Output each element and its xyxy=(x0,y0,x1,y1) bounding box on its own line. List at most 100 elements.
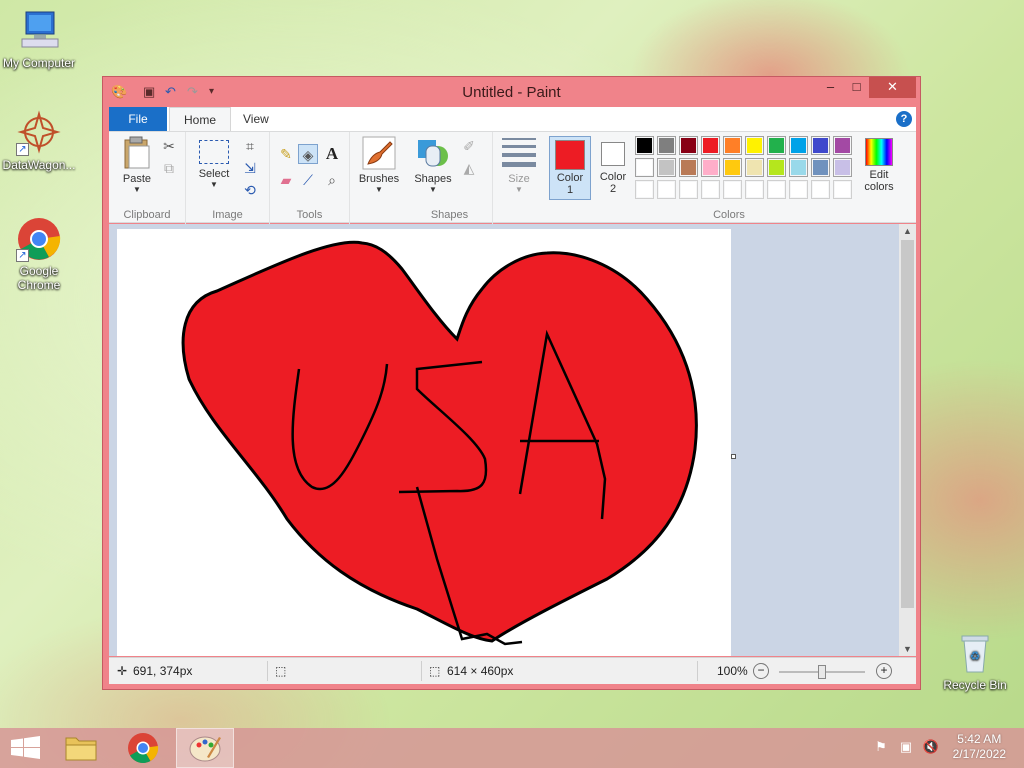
palette-swatch[interactable] xyxy=(679,158,698,177)
dropdown-arrow-icon: ▼ xyxy=(515,185,523,194)
palette-swatch[interactable] xyxy=(657,158,676,177)
palette-swatch[interactable] xyxy=(701,136,720,155)
size-button[interactable]: Size ▼ xyxy=(499,138,539,194)
ribbon: Paste ▼ ✂ ⧉ Clipboard Select ▼ ⌗ ⇲ ⟲ Ima… xyxy=(109,131,916,224)
desktop-icon-datawagon[interactable]: ↗ DataWagon... xyxy=(0,110,78,172)
color-picker-icon[interactable]: ⟋ xyxy=(298,170,318,190)
palette-swatch-color xyxy=(791,182,806,197)
scroll-up-icon[interactable]: ▲ xyxy=(899,226,916,236)
network-icon[interactable]: ▣ xyxy=(897,739,915,757)
pencil-icon[interactable]: ✎ xyxy=(276,144,296,164)
zoom-slider-thumb[interactable] xyxy=(818,665,826,679)
palette-swatch[interactable] xyxy=(767,180,786,199)
paint-icon xyxy=(189,736,221,762)
copy-icon[interactable]: ⧉ xyxy=(159,158,179,178)
palette-swatch[interactable] xyxy=(745,136,764,155)
drawing-canvas[interactable] xyxy=(117,229,731,656)
shapes-icon xyxy=(418,140,448,167)
palette-swatch[interactable] xyxy=(811,136,830,155)
desktop-icon-recycle-bin[interactable]: ♻ Recycle Bin xyxy=(936,630,1014,692)
clock[interactable]: 5:42 AM 2/17/2022 xyxy=(953,732,1006,762)
zoom-in-button[interactable]: + xyxy=(876,663,892,679)
palette-swatch[interactable] xyxy=(679,180,698,199)
palette-swatch-color xyxy=(725,182,740,197)
palette-swatch[interactable] xyxy=(833,180,852,199)
desktop-icon-my-computer[interactable]: My Computer xyxy=(0,8,78,70)
palette-swatch[interactable] xyxy=(767,136,786,155)
palette-swatch[interactable] xyxy=(745,158,764,177)
minimize-button[interactable]: – xyxy=(817,77,844,98)
help-icon[interactable]: ? xyxy=(896,111,912,127)
palette-swatch[interactable] xyxy=(833,158,852,177)
shapes-label: Shapes xyxy=(414,173,452,185)
desktop-icon-label: Recycle Bin xyxy=(943,678,1007,692)
group-label-colors: Colors xyxy=(713,209,745,221)
fill-shape-icon[interactable]: ◭ xyxy=(459,158,479,178)
brushes-button[interactable]: Brushes ▼ xyxy=(354,136,404,194)
palette-swatch[interactable] xyxy=(723,136,742,155)
taskbar-chrome[interactable] xyxy=(114,728,172,768)
eraser-icon[interactable]: ▰ xyxy=(276,170,296,190)
cut-icon[interactable]: ✂ xyxy=(159,136,179,156)
close-button[interactable]: ✕ xyxy=(869,77,916,98)
palette-swatch[interactable] xyxy=(833,136,852,155)
magnifier-icon[interactable]: ⌕ xyxy=(322,170,342,190)
size-label: Size xyxy=(508,173,530,185)
vertical-scrollbar[interactable]: ▲ ▼ xyxy=(899,224,916,656)
zoom-out-button[interactable]: − xyxy=(753,663,769,679)
palette-swatch[interactable] xyxy=(723,158,742,177)
palette-swatch[interactable] xyxy=(635,136,654,155)
color1-button[interactable]: Color 1 xyxy=(549,136,591,200)
maximize-button[interactable]: □ xyxy=(844,77,869,98)
color2-button[interactable]: Color 2 xyxy=(593,136,633,195)
palette-swatch[interactable] xyxy=(657,136,676,155)
palette-swatch[interactable] xyxy=(657,180,676,199)
volume-muted-icon[interactable]: 🔇 xyxy=(922,739,940,757)
palette-swatch[interactable] xyxy=(789,180,808,199)
palette-swatch[interactable] xyxy=(635,158,654,177)
zoom-slider[interactable] xyxy=(779,665,865,679)
palette-swatch[interactable] xyxy=(767,158,786,177)
palette-swatch[interactable] xyxy=(811,158,830,177)
outline-icon[interactable]: ✐ xyxy=(459,136,479,156)
palette-swatch[interactable] xyxy=(701,158,720,177)
palette-swatch[interactable] xyxy=(635,180,654,199)
scroll-thumb[interactable] xyxy=(901,240,914,608)
chrome-icon: ↗ xyxy=(16,216,62,262)
select-button[interactable]: Select ▼ xyxy=(192,140,236,189)
palette-swatch-color xyxy=(813,138,828,153)
tab-home[interactable]: Home xyxy=(169,107,232,132)
fill-icon[interactable]: ◈ xyxy=(298,144,318,164)
group-clipboard: Paste ▼ ✂ ⧉ Clipboard xyxy=(109,132,186,224)
scroll-down-icon[interactable]: ▼ xyxy=(899,644,916,654)
palette-swatch-color xyxy=(835,182,850,197)
palette-swatch[interactable] xyxy=(679,136,698,155)
palette-swatch[interactable] xyxy=(723,180,742,199)
clock-date: 2/17/2022 xyxy=(952,747,1006,761)
taskbar-file-explorer[interactable] xyxy=(52,728,110,768)
rotate-icon[interactable]: ⟲ xyxy=(240,180,260,200)
color1-label: Color xyxy=(556,172,584,184)
taskbar-paint[interactable] xyxy=(176,728,234,768)
canvas-resize-handle[interactable] xyxy=(731,454,736,459)
select-icon xyxy=(199,140,229,164)
palette-swatch[interactable] xyxy=(701,180,720,199)
edit-colors-button[interactable]: Edit colors xyxy=(859,136,899,193)
tab-file[interactable]: File xyxy=(109,107,167,131)
title-bar[interactable]: 🎨 ▣ ↶ ↷ ▾ Untitled - Paint – □ ✕ xyxy=(103,77,920,106)
shapes-button[interactable]: Shapes ▼ xyxy=(411,136,455,194)
action-center-flag-icon[interactable]: ⚑ xyxy=(872,739,890,757)
start-button[interactable] xyxy=(0,728,58,768)
resize-icon[interactable]: ⇲ xyxy=(240,158,260,178)
text-icon[interactable]: A xyxy=(322,144,342,164)
paste-button[interactable]: Paste ▼ xyxy=(117,136,157,194)
desktop-icon-chrome[interactable]: ↗ Google Chrome xyxy=(0,216,78,292)
palette-swatch[interactable] xyxy=(745,180,764,199)
palette-swatch[interactable] xyxy=(811,180,830,199)
crop-icon[interactable]: ⌗ xyxy=(240,136,260,156)
tab-view[interactable]: View xyxy=(229,107,283,131)
palette-swatch[interactable] xyxy=(789,136,808,155)
brushes-label: Brushes xyxy=(358,173,400,185)
palette-swatch-color xyxy=(637,138,652,153)
palette-swatch[interactable] xyxy=(789,158,808,177)
